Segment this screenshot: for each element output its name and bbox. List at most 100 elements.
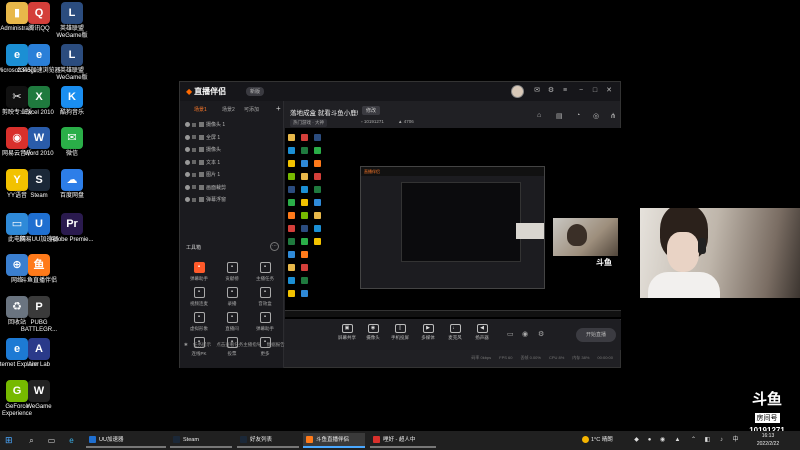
weather-widget[interactable]: 1°C 晴朗: [582, 434, 613, 447]
toolbox-more-icon[interactable]: ⋯: [270, 242, 279, 251]
tray-app-3-icon[interactable]: ◉: [658, 435, 667, 446]
lock-icon[interactable]: [192, 122, 196, 127]
taskbar-app[interactable]: UU加速器: [86, 433, 166, 448]
bottom-source-button[interactable]: ◀ 扬声器: [467, 324, 497, 341]
tool-item[interactable]: ▪ 直播间: [217, 312, 247, 332]
taskbar-app[interactable]: 哩好 - 超人中: [370, 433, 436, 448]
desktop-icon[interactable]: ☁ 百度网盘: [49, 169, 95, 200]
tray-app-1-icon[interactable]: ◆: [632, 435, 641, 446]
lock-icon[interactable]: [192, 197, 196, 202]
source-item[interactable]: 画面裁剪: [185, 183, 279, 194]
desktop-icon[interactable]: A Aim Lab: [16, 338, 62, 369]
stream-preview[interactable]: 直播伴侣 斗鱼: [285, 128, 621, 319]
desktop-icon[interactable]: 鱼斗鱼直播伴侣: [16, 254, 62, 285]
eye-icon[interactable]: [185, 184, 190, 190]
shop-icon[interactable]: ▤: [556, 112, 563, 120]
preview-taskbar: [285, 310, 621, 317]
clock-date: 2022/2/22: [756, 441, 780, 447]
source-item[interactable]: 摄像头: [185, 145, 279, 156]
notice-report[interactable]: 数据报告: [267, 342, 285, 347]
tool-item[interactable]: ▪ 弹幕助手: [184, 262, 214, 282]
edit-title-button[interactable]: 修改: [362, 106, 381, 115]
settings-icon[interactable]: ⚙: [546, 86, 556, 96]
start-live-button[interactable]: 开始直播: [576, 328, 616, 342]
tool-item[interactable]: ▪ 弹幕助手: [250, 312, 280, 332]
eye-icon[interactable]: [185, 172, 190, 178]
bottom-source-button[interactable]: ▯ 手机投屏: [385, 324, 415, 341]
eye-icon[interactable]: [185, 122, 190, 128]
tab-scene-1[interactable]: 场景1: [194, 106, 207, 113]
tool-item[interactable]: ▪ 录播: [217, 287, 247, 307]
lock-icon[interactable]: [192, 185, 196, 190]
desktop-icon[interactable]: L 英雄联盟 WeGame版: [49, 2, 95, 40]
notice-task[interactable]: 任务提示: [193, 342, 211, 347]
notice-guide[interactable]: 点击查看任务主播指导: [216, 342, 261, 347]
eye-icon[interactable]: [185, 197, 190, 203]
desktop-icon[interactable]: L 英雄联盟 WeGame版: [49, 44, 95, 82]
taskbar-app[interactable]: Steam: [170, 433, 232, 448]
visibility-icon[interactable]: ◉: [522, 330, 528, 338]
source-item[interactable]: 文本 1: [185, 158, 279, 169]
lock-icon[interactable]: [192, 172, 196, 177]
source-item[interactable]: 图片 1: [185, 170, 279, 181]
lock-icon[interactable]: ◔: [576, 112, 580, 119]
tab-scene-2[interactable]: 场景2: [222, 106, 235, 113]
source-item[interactable]: 全屏 1: [185, 133, 279, 144]
eye-icon[interactable]: [185, 134, 190, 140]
taskbar-clock[interactable]: 16:13 2022/2/22: [748, 432, 788, 448]
bottom-source-button[interactable]: ◉ 摄像头: [358, 324, 388, 341]
version-badge[interactable]: 新版: [246, 87, 265, 96]
maximize-icon[interactable]: □: [590, 86, 600, 96]
desktop-icon[interactable]: ✉ 微信: [49, 127, 95, 158]
desktop-icon[interactable]: W WeGame: [16, 380, 62, 411]
record-toggle-icon[interactable]: ▭: [507, 330, 514, 338]
desktop-icon[interactable]: K 酷狗音乐: [49, 86, 95, 117]
minimize-icon[interactable]: −: [576, 86, 586, 96]
language-icon[interactable]: 中: [731, 435, 740, 446]
preview-nested-webcam: [516, 223, 544, 239]
lock-icon[interactable]: [192, 160, 196, 165]
source-item[interactable]: 摄像头 1: [185, 120, 279, 131]
tray-app-4-icon[interactable]: ▲: [673, 435, 682, 446]
eye-icon[interactable]: [185, 159, 190, 165]
tray-app-2-icon[interactable]: ●: [645, 435, 654, 446]
tray-chevron-icon[interactable]: ⌃: [689, 435, 698, 446]
tray-app-5-icon[interactable]: ◧: [703, 435, 712, 446]
word-icon: W: [28, 127, 50, 149]
eye-icon[interactable]: [185, 147, 190, 153]
close-icon[interactable]: ✕: [604, 86, 614, 96]
taskbar-app[interactable]: 好友列表: [237, 433, 299, 448]
tool-item[interactable]: ▪ 视频连麦: [184, 287, 214, 307]
mail-icon[interactable]: ✉: [532, 86, 542, 96]
edge-icon[interactable]: e: [66, 435, 77, 446]
app-logo: ◆ 直播伴侣: [186, 86, 226, 97]
lock-icon[interactable]: [192, 135, 196, 140]
room-category-tag[interactable]: 热门游戏 · 大神: [290, 119, 327, 127]
gift-icon[interactable]: ⌂: [537, 112, 541, 119]
task-view-icon[interactable]: ▭: [46, 435, 57, 446]
tool-item[interactable]: ▪ 音效盒: [250, 287, 280, 307]
tool-item[interactable]: ▪ 贡献榜: [217, 262, 247, 282]
user-avatar[interactable]: [511, 85, 524, 98]
taskbar-app[interactable]: 斗鱼直播伴侣: [303, 433, 365, 448]
tab-add-scene[interactable]: 可添加: [244, 106, 259, 113]
douyu-companion-icon: 鱼: [28, 254, 50, 276]
menu-icon[interactable]: ≡: [560, 86, 570, 96]
desktop-icon[interactable]: P PUBG BATTLEGR...: [16, 296, 62, 334]
tool-item[interactable]: ▪ 主播任务: [250, 262, 280, 282]
live-settings-icon[interactable]: ⚙: [538, 330, 544, 338]
notification-icon[interactable]: ◎: [593, 112, 599, 120]
bottom-source-button[interactable]: ♩ 麦克风: [440, 324, 470, 341]
windows-start-icon[interactable]: ⊞: [5, 436, 14, 445]
share-icon[interactable]: ⋔: [610, 112, 616, 120]
search-icon[interactable]: ⌕: [26, 435, 37, 446]
desktop-icon[interactable]: Pr Adobe Premie...: [49, 213, 95, 244]
bottom-source-button[interactable]: ▶ 多媒体: [413, 324, 443, 341]
taskbar: ⊞ ⌕ ▭ e UU加速器 Steam 好友列表 斗鱼直播伴侣 哩好 - 超人中 1°C…: [0, 431, 800, 450]
add-scene-icon[interactable]: +: [276, 104, 281, 113]
source-item[interactable]: 弹幕浮窗: [185, 195, 279, 206]
volume-icon[interactable]: ♪: [717, 435, 726, 446]
tool-item[interactable]: ▪ 虚拟形象: [184, 312, 214, 332]
lock-icon[interactable]: [192, 147, 196, 152]
stat-item: 00:00:00: [597, 355, 613, 360]
